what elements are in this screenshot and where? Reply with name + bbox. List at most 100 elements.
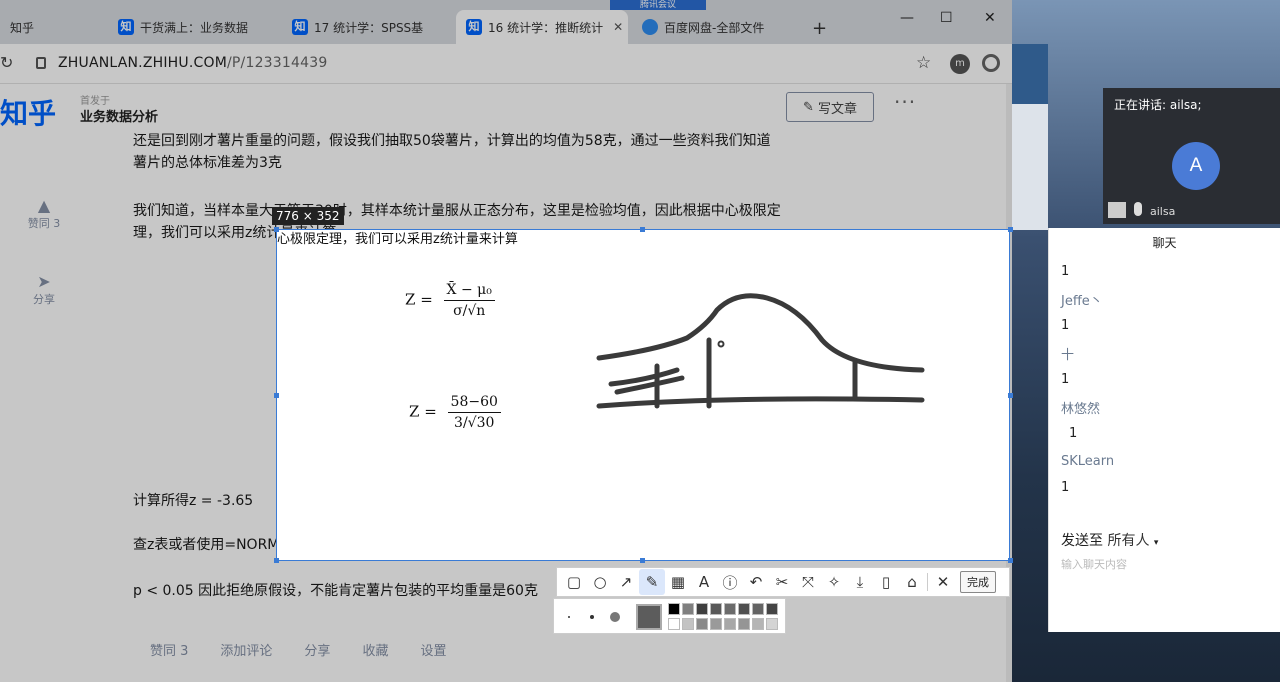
settings-action[interactable]: 设置 bbox=[420, 640, 446, 659]
avatar: A bbox=[1172, 142, 1220, 190]
mosaic-icon[interactable]: ▦ bbox=[665, 569, 691, 595]
color-swatch[interactable] bbox=[668, 618, 680, 630]
url-field[interactable]: ZHUANLAN.ZHIHU.COM/P/123314439 bbox=[58, 55, 327, 71]
resize-handle[interactable] bbox=[640, 227, 645, 232]
color-swatch[interactable] bbox=[738, 603, 750, 615]
crop-icon[interactable]: ✂ bbox=[769, 569, 795, 595]
minimize-icon[interactable]: — bbox=[900, 10, 914, 26]
chat-message: 1 bbox=[1061, 372, 1070, 387]
resize-handle[interactable] bbox=[274, 227, 279, 232]
pin-icon[interactable]: ⤧ bbox=[795, 569, 821, 595]
zhihu-icon: 知 bbox=[466, 19, 482, 35]
rectangle-icon[interactable]: ▢ bbox=[561, 569, 587, 595]
color-swatch[interactable] bbox=[752, 618, 764, 630]
window-close-icon[interactable]: ✕ bbox=[984, 10, 996, 26]
resize-handle[interactable] bbox=[274, 558, 279, 563]
done-button[interactable]: 完成 bbox=[960, 571, 996, 593]
close-icon[interactable]: ✕ bbox=[613, 20, 623, 34]
thumbs-up-icon: ▲ bbox=[37, 196, 51, 215]
new-tab-button[interactable]: + bbox=[812, 18, 827, 39]
reload-icon[interactable]: ↻ bbox=[0, 53, 13, 72]
meeting-status-bar[interactable]: 腾讯会议 bbox=[610, 0, 706, 10]
tab-zhihu[interactable]: 知乎 bbox=[0, 10, 104, 44]
comment-action[interactable]: 添加评论 bbox=[220, 640, 272, 659]
speaking-indicator: 正在讲话: ailsa; bbox=[1114, 98, 1202, 112]
chat-sender: 十 bbox=[1061, 348, 1075, 363]
chat-sender: Jeffe丶 bbox=[1061, 294, 1103, 309]
side-share-button[interactable]: ➤ 分享 bbox=[26, 272, 62, 307]
extension-icon[interactable]: m bbox=[950, 54, 970, 74]
pen-style-toolbar bbox=[553, 598, 786, 634]
tab-baidu-pan[interactable]: 百度网盘-全部文件 bbox=[632, 10, 802, 44]
resize-handle[interactable] bbox=[274, 393, 279, 398]
lock-icon[interactable] bbox=[36, 57, 46, 69]
resize-handle[interactable] bbox=[1008, 227, 1013, 232]
color-swatch[interactable] bbox=[710, 603, 722, 615]
video-participant-name: ailsa bbox=[1150, 205, 1176, 218]
send-to-selector[interactable]: 发送至 所有人 ▾ bbox=[1061, 530, 1158, 550]
resize-handle[interactable] bbox=[1008, 558, 1013, 563]
color-swatch[interactable] bbox=[682, 618, 694, 630]
arrow-icon[interactable]: ↗ bbox=[613, 569, 639, 595]
color-swatch[interactable] bbox=[738, 618, 750, 630]
pen-size-medium[interactable] bbox=[590, 615, 594, 619]
color-swatch[interactable] bbox=[724, 618, 736, 630]
cloud-icon bbox=[642, 19, 658, 35]
bookmark-icon[interactable]: ⌂ bbox=[899, 569, 925, 595]
magic-icon[interactable]: ✧ bbox=[821, 569, 847, 595]
current-color-swatch[interactable] bbox=[636, 604, 662, 630]
pen-size-large[interactable] bbox=[610, 612, 620, 622]
device-icon[interactable]: ▯ bbox=[873, 569, 899, 595]
settings-extension-icon[interactable] bbox=[982, 54, 1000, 72]
side-strip-light bbox=[1012, 104, 1048, 230]
tab-label: 17 统计学：SPSS基 bbox=[314, 20, 424, 35]
number-icon[interactable]: ⓘ bbox=[717, 569, 743, 595]
pen-size-small[interactable] bbox=[568, 616, 570, 618]
color-swatch[interactable] bbox=[752, 603, 764, 615]
share-action[interactable]: 分享 bbox=[304, 640, 330, 659]
zhihu-logo[interactable]: 知乎 bbox=[0, 92, 56, 132]
chat-input[interactable]: 输入聊天内容 bbox=[1061, 556, 1127, 572]
more-icon[interactable]: ··· bbox=[894, 90, 916, 114]
circle-icon[interactable]: ○ bbox=[587, 569, 613, 595]
cancel-icon[interactable]: ✕ bbox=[930, 569, 956, 595]
download-icon[interactable]: ⤓ bbox=[847, 569, 873, 595]
side-share-label: 分享 bbox=[33, 293, 55, 306]
pen-icon[interactable]: ✎ bbox=[639, 569, 665, 595]
color-swatch[interactable] bbox=[682, 603, 694, 615]
color-swatch[interactable] bbox=[766, 603, 778, 615]
chat-message: 1 bbox=[1069, 426, 1078, 441]
capture-region[interactable]: 心极限定理，我们可以采用z统计量来计算 Z = X̄ − μ₀ σ/√n Z =… bbox=[276, 229, 1010, 561]
zhihu-icon: 知 bbox=[118, 19, 134, 35]
tab-spss[interactable]: 知 17 统计学：SPSS基 bbox=[282, 10, 452, 44]
side-like-button[interactable]: ▲ 赞同 3 bbox=[26, 196, 62, 231]
favorite-action[interactable]: 收藏 bbox=[362, 640, 388, 659]
caret-down-icon: ▾ bbox=[1153, 538, 1159, 548]
hand-drawn-normal-curve bbox=[596, 293, 925, 409]
maximize-icon[interactable]: ☐ bbox=[940, 10, 953, 26]
undo-icon[interactable]: ↶ bbox=[743, 569, 769, 595]
text-icon[interactable]: A bbox=[691, 569, 717, 595]
chat-panel: 聊天 1 Jeffe丶 1 十 1 林悠然 1 SKLearn 1 发送至 所有… bbox=[1048, 228, 1280, 632]
capture-size-label: 776 × 352 bbox=[272, 207, 344, 225]
microphone-icon bbox=[1134, 202, 1142, 216]
color-swatch[interactable] bbox=[766, 618, 778, 630]
column-name[interactable]: 业务数据分析 bbox=[80, 106, 158, 125]
side-strip bbox=[1012, 44, 1048, 104]
tab-business-data[interactable]: 知 干货满上：业务数据 bbox=[108, 10, 278, 44]
recipient-label: 所有人 bbox=[1107, 533, 1150, 549]
tab-bar: 腾讯会议 知乎 知 干货满上：业务数据 知 17 统计学：SPSS基 知 16 … bbox=[0, 0, 1012, 44]
chat-message: 1 bbox=[1061, 264, 1070, 279]
color-swatch[interactable] bbox=[668, 603, 680, 615]
resize-handle[interactable] bbox=[1008, 393, 1013, 398]
bookmark-star-icon[interactable]: ☆ bbox=[916, 53, 931, 73]
chat-title: 聊天 bbox=[1152, 236, 1177, 250]
color-swatch[interactable] bbox=[696, 603, 708, 615]
color-swatch[interactable] bbox=[696, 618, 708, 630]
write-article-button[interactable]: ✎ 写文章 bbox=[786, 92, 874, 122]
color-swatch[interactable] bbox=[710, 618, 722, 630]
tab-inferential-stats[interactable]: 知 16 统计学：推断统计 ✕ bbox=[456, 10, 628, 44]
like-action[interactable]: 赞同 3 bbox=[150, 640, 188, 659]
resize-handle[interactable] bbox=[640, 558, 645, 563]
color-swatch[interactable] bbox=[724, 603, 736, 615]
